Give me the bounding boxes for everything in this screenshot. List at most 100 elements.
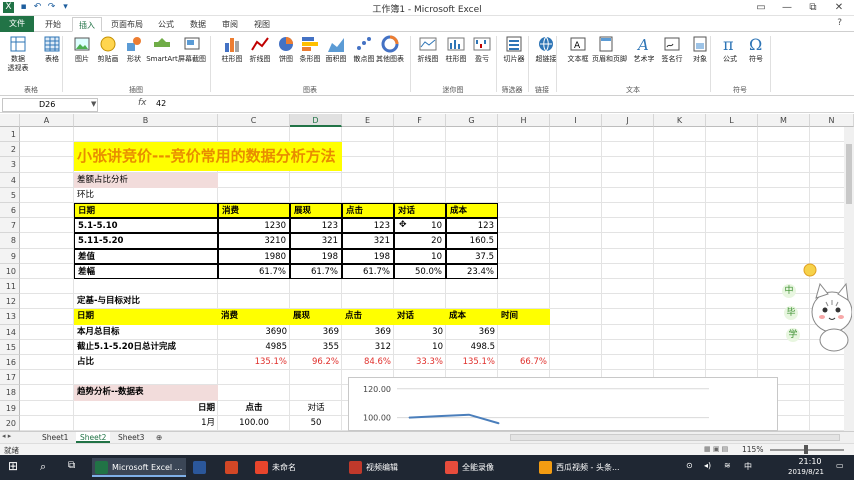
table1-value[interactable]: 10 bbox=[394, 248, 446, 264]
table2-row-label[interactable]: 截止5.1-5.20日总计完成 bbox=[74, 340, 218, 355]
row-header-15[interactable]: 15 bbox=[0, 339, 20, 355]
table1-header[interactable]: 点击 bbox=[342, 203, 394, 219]
table3-value[interactable]: 50 bbox=[290, 416, 342, 431]
row-header-7[interactable]: 7 bbox=[0, 218, 20, 234]
table1-value[interactable]: 123 bbox=[446, 218, 498, 234]
table2-header[interactable]: 对话 bbox=[394, 309, 446, 325]
table1-value[interactable]: 50.0% bbox=[394, 263, 446, 279]
table1-value[interactable]: 321 bbox=[290, 233, 342, 249]
row-header-8[interactable]: 8 bbox=[0, 233, 20, 249]
column-header-b[interactable]: B bbox=[74, 114, 218, 127]
sheet-tab-1[interactable]: Sheet1 bbox=[38, 432, 72, 443]
tab-page-layout[interactable]: 页面布局 bbox=[106, 17, 148, 32]
help-icon[interactable]: ? bbox=[837, 18, 842, 28]
table2-value[interactable]: 33.3% bbox=[394, 355, 446, 370]
ribbon-button-column-chart[interactable]: 柱形图 bbox=[218, 35, 246, 64]
table1-value[interactable]: 1980 bbox=[218, 248, 290, 264]
formula-input[interactable]: 42 bbox=[156, 99, 166, 108]
row-header-12[interactable]: 12 bbox=[0, 294, 20, 310]
table2-row-label[interactable]: 本月总目标 bbox=[74, 325, 218, 340]
taskbar-item-excel[interactable]: Microsoft Excel ... bbox=[92, 458, 186, 477]
new-sheet-icon[interactable]: ⊕ bbox=[152, 432, 166, 443]
windows-start-icon[interactable]: ⊞ bbox=[8, 459, 18, 473]
table2-value[interactable]: 96.2% bbox=[290, 355, 342, 370]
table2-value[interactable]: 3690 bbox=[218, 325, 290, 340]
tab-file[interactable]: 文件 bbox=[0, 16, 34, 32]
column-header-g[interactable]: G bbox=[446, 114, 498, 127]
taskbar-item-screen-recorder[interactable]: 全能录像 bbox=[442, 458, 532, 477]
ribbon-button-pivot-table[interactable]: 数据 透视表 bbox=[4, 35, 32, 73]
ribbon-button-picture[interactable]: 图片 bbox=[68, 35, 96, 64]
close-button[interactable]: ✕ bbox=[826, 0, 852, 16]
table1-value[interactable]: 321 bbox=[342, 233, 394, 249]
insert-function-icon[interactable]: fx bbox=[138, 98, 147, 108]
minimize-button[interactable]: — bbox=[774, 0, 800, 16]
table1-value[interactable]: 160.5 bbox=[446, 233, 498, 249]
column-header-c[interactable]: C bbox=[218, 114, 290, 127]
row-header-17[interactable]: 17 bbox=[0, 370, 20, 386]
table2-value[interactable]: 135.1% bbox=[218, 355, 290, 370]
table1-value[interactable]: 3210 bbox=[218, 233, 290, 249]
column-header-e[interactable]: E bbox=[342, 114, 394, 127]
ribbon-button-wordart[interactable]: A 艺术字 bbox=[630, 35, 658, 64]
table1-value[interactable]: 123 bbox=[342, 218, 394, 234]
ribbon-button-shapes[interactable]: 形状 bbox=[120, 35, 148, 64]
table2-value[interactable]: 30 bbox=[394, 325, 446, 340]
tab-data[interactable]: 数据 bbox=[184, 17, 212, 32]
volume-icon[interactable]: ◂) bbox=[704, 461, 711, 470]
table2-row-label[interactable]: 占比 bbox=[74, 355, 218, 370]
restore-button[interactable]: ⧉ bbox=[800, 0, 826, 16]
table1-value[interactable]: 123 bbox=[290, 218, 342, 234]
row-header-13[interactable]: 13 bbox=[0, 309, 20, 325]
column-header-d[interactable]: D bbox=[290, 114, 342, 127]
notification-icon[interactable]: ▭ bbox=[836, 461, 844, 470]
sheet-title[interactable]: 小张讲竞价---竞价常用的数据分析方法 bbox=[74, 142, 342, 172]
ime-indicator[interactable]: 中 bbox=[744, 461, 752, 472]
tab-review[interactable]: 审阅 bbox=[216, 17, 244, 32]
section-label[interactable]: 差额占比分析 bbox=[74, 172, 218, 188]
row-header-6[interactable]: 6 bbox=[0, 203, 20, 219]
row-header-19[interactable]: 19 bbox=[0, 400, 20, 416]
column-header-n[interactable]: N bbox=[810, 114, 854, 127]
table1-value[interactable]: 20 bbox=[394, 233, 446, 249]
row-header-10[interactable]: 10 bbox=[0, 263, 20, 279]
row-header-20[interactable]: 20 bbox=[0, 415, 20, 431]
table1-row-label[interactable]: 5.1-5.10 bbox=[74, 218, 218, 234]
taskbar-item-video-editor[interactable]: 视频编辑 bbox=[346, 458, 438, 477]
view-buttons-icon[interactable]: ▦ ▣ ▤ bbox=[704, 445, 728, 453]
zoom-level[interactable]: 115% bbox=[742, 445, 763, 454]
ribbon-button-scatter-chart[interactable]: 散点图 bbox=[350, 35, 378, 64]
table1-row-label[interactable]: 差值 bbox=[74, 248, 218, 264]
ribbon-button-area-chart[interactable]: 面积图 bbox=[322, 35, 350, 64]
table1-value[interactable]: 61.7% bbox=[290, 263, 342, 279]
table1-header[interactable]: 对话 bbox=[394, 203, 446, 219]
ribbon-display-icon[interactable]: ▭ bbox=[748, 0, 774, 16]
chart-series-line[interactable] bbox=[408, 413, 500, 425]
column-header-h[interactable]: H bbox=[498, 114, 550, 127]
table2-value[interactable]: 66.7% bbox=[498, 355, 550, 370]
ribbon-button-textbox[interactable]: A 文本框 bbox=[564, 35, 592, 64]
row-header-18[interactable]: 18 bbox=[0, 385, 20, 401]
row-header-11[interactable]: 11 bbox=[0, 279, 20, 295]
table1-value[interactable]: 198 bbox=[290, 248, 342, 264]
table3-value[interactable]: 100.00 bbox=[218, 416, 290, 431]
table1-header[interactable]: 展现 bbox=[290, 203, 342, 219]
column-header-i[interactable]: I bbox=[550, 114, 602, 127]
column-header-f[interactable]: F bbox=[394, 114, 446, 127]
column-header-a[interactable]: A bbox=[20, 114, 74, 127]
row-header-5[interactable]: 5 bbox=[0, 187, 20, 203]
table1-value[interactable]: 23.4% bbox=[446, 263, 498, 279]
table2-value[interactable]: 355 bbox=[290, 340, 342, 355]
ribbon-button-sparkline-winloss[interactable]: 盈亏 bbox=[468, 35, 496, 64]
wifi-icon[interactable]: ≋ bbox=[724, 461, 731, 470]
ribbon-button-signature[interactable]: 签名行 bbox=[658, 35, 686, 64]
ribbon-button-clipart[interactable]: 剪贴画 bbox=[94, 35, 122, 64]
table1-header[interactable]: 日期 bbox=[74, 203, 218, 219]
table2-value[interactable]: 84.6% bbox=[342, 355, 394, 370]
clock-time[interactable]: 21:10 bbox=[790, 457, 830, 466]
table2-header[interactable]: 成本 bbox=[446, 309, 498, 325]
table1-value[interactable]: 61.7% bbox=[342, 263, 394, 279]
table2-value[interactable]: 4985 bbox=[218, 340, 290, 355]
row-header-1[interactable]: 1 bbox=[0, 127, 20, 143]
ribbon-button-slicer[interactable]: 切片器 bbox=[500, 35, 528, 64]
